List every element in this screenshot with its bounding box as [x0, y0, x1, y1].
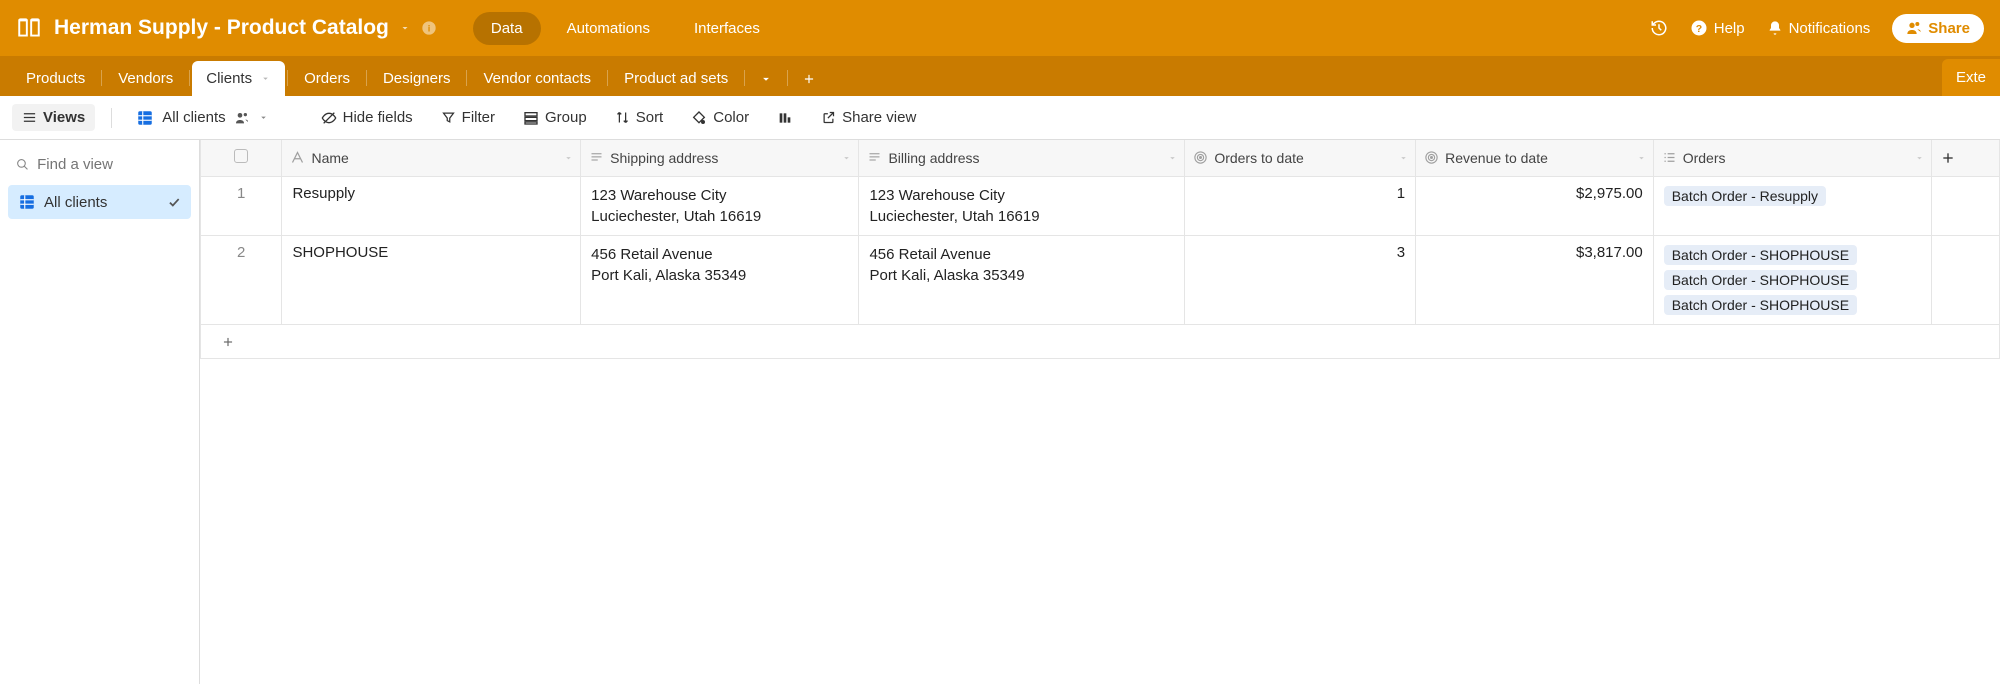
column-header-shipping[interactable]: Shipping address [581, 140, 859, 176]
table-row[interactable]: 1Resupply123 Warehouse City Luciechester… [201, 176, 2000, 235]
table-tab-vendor-contacts[interactable]: Vendor contacts [469, 61, 605, 96]
more-tables-button[interactable] [747, 64, 785, 94]
table-tab-vendors[interactable]: Vendors [104, 61, 187, 96]
history-icon[interactable] [1650, 19, 1668, 37]
cell-orders-to-date[interactable]: 1 [1185, 176, 1416, 235]
add-column-button[interactable] [1932, 140, 2000, 176]
cell-revenue-to-date[interactable]: $2,975.00 [1416, 176, 1654, 235]
chevron-down-icon[interactable] [258, 112, 269, 123]
chevron-down-icon[interactable] [1398, 152, 1409, 163]
tab-automations[interactable]: Automations [549, 12, 668, 45]
check-icon [167, 195, 181, 209]
linked-record-pill[interactable]: Batch Order - SHOPHOUSE [1664, 295, 1857, 315]
column-header-name[interactable]: Name [282, 140, 581, 176]
row-height-button[interactable] [767, 105, 803, 131]
chevron-down-icon[interactable] [1914, 152, 1925, 163]
view-search-input[interactable] [37, 156, 183, 173]
base-icon [16, 15, 42, 41]
chevron-down-icon[interactable] [1167, 152, 1178, 163]
workspace-tabs: Data Automations Interfaces [473, 12, 778, 45]
column-header-revenue-to-date[interactable]: Revenue to date [1416, 140, 1654, 176]
table-tab-designers[interactable]: Designers [369, 61, 465, 96]
extensions-button[interactable]: Exte [1942, 59, 2000, 96]
sort-button[interactable]: Sort [605, 104, 674, 131]
chevron-down-icon[interactable] [1636, 152, 1647, 163]
filter-button[interactable]: Filter [431, 104, 505, 131]
column-header-orders[interactable]: Orders [1653, 140, 1931, 176]
hide-fields-button[interactable]: Hide fields [311, 104, 423, 131]
cell-shipping[interactable]: 123 Warehouse City Luciechester, Utah 16… [581, 176, 859, 235]
chevron-down-icon[interactable] [399, 22, 411, 34]
share-button[interactable]: Share [1892, 14, 1984, 43]
chevron-down-icon[interactable] [563, 152, 574, 163]
chevron-down-icon[interactable] [260, 73, 271, 84]
cell-revenue-to-date[interactable]: $3,817.00 [1416, 235, 1654, 324]
view-toolbar: Views All clients Hide fields Filter Gro… [0, 96, 2000, 140]
linked-record-pill[interactable]: Batch Order - SHOPHOUSE [1664, 245, 1857, 265]
base-title[interactable]: Herman Supply - Product Catalog i [54, 16, 437, 40]
cell-billing[interactable]: 123 Warehouse City Luciechester, Utah 16… [859, 176, 1185, 235]
notifications-button[interactable]: Notifications [1767, 20, 1871, 37]
table-tab-orders[interactable]: Orders [290, 61, 364, 96]
current-view-button[interactable]: All clients [128, 104, 276, 132]
table-tab-product-ad-sets[interactable]: Product ad sets [610, 61, 742, 96]
view-search[interactable] [8, 148, 191, 185]
column-header-billing[interactable]: Billing address [859, 140, 1185, 176]
tab-interfaces[interactable]: Interfaces [676, 12, 778, 45]
checkbox-icon[interactable] [234, 149, 248, 163]
table-row[interactable]: 2SHOPHOUSE456 Retail Avenue Port Kali, A… [201, 235, 2000, 324]
grid-icon [136, 109, 154, 127]
cell-orders[interactable]: Batch Order - SHOPHOUSE Batch Order - SHO… [1653, 235, 1931, 324]
table-tab-products[interactable]: Products [12, 61, 99, 96]
table-tab-clients[interactable]: Clients [192, 61, 285, 96]
add-table-button[interactable] [790, 64, 828, 94]
cell-empty [1932, 235, 2000, 324]
row-number[interactable]: 1 [201, 176, 282, 235]
app-header: Herman Supply - Product Catalog i Data A… [0, 0, 2000, 56]
cell-name[interactable]: Resupply [282, 176, 581, 235]
svg-text:i: i [428, 23, 431, 33]
info-icon[interactable]: i [421, 20, 437, 36]
chevron-down-icon[interactable] [841, 152, 852, 163]
grid-icon [18, 193, 36, 211]
color-button[interactable]: Color [681, 104, 759, 131]
svg-text:?: ? [1696, 23, 1702, 35]
views-button[interactable]: Views [12, 104, 95, 131]
column-header-orders-to-date[interactable]: Orders to date [1185, 140, 1416, 176]
select-all-header[interactable] [201, 140, 282, 176]
row-number[interactable]: 2 [201, 235, 282, 324]
linked-record-pill[interactable]: Batch Order - SHOPHOUSE [1664, 270, 1857, 290]
users-icon [234, 110, 250, 126]
tab-data[interactable]: Data [473, 12, 541, 45]
group-button[interactable]: Group [513, 104, 597, 131]
help-button[interactable]: ? Help [1690, 19, 1745, 37]
linked-record-pill[interactable]: Batch Order - Resupply [1664, 186, 1826, 206]
cell-empty [1932, 176, 2000, 235]
view-label: All clients [44, 194, 107, 211]
views-sidebar: All clients [0, 140, 200, 684]
cell-name[interactable]: SHOPHOUSE [282, 235, 581, 324]
share-view-button[interactable]: Share view [811, 104, 926, 131]
sidebar-view-all-clients[interactable]: All clients [8, 185, 191, 219]
add-row-button[interactable] [201, 324, 2000, 358]
search-icon [16, 157, 29, 172]
cell-orders-to-date[interactable]: 3 [1185, 235, 1416, 324]
data-grid: Name Shipping address [200, 140, 2000, 684]
cell-orders[interactable]: Batch Order - Resupply [1653, 176, 1931, 235]
cell-shipping[interactable]: 456 Retail Avenue Port Kali, Alaska 3534… [581, 235, 859, 324]
cell-billing[interactable]: 456 Retail Avenue Port Kali, Alaska 3534… [859, 235, 1185, 324]
table-tabs: Products Vendors Clients Orders Designer… [0, 56, 2000, 96]
